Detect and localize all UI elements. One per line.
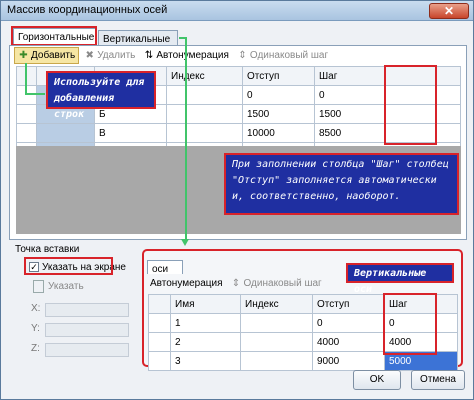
x-label: X:: [31, 303, 41, 314]
autonumber-icon: ⇅: [144, 50, 154, 61]
table-cell[interactable]: 0: [312, 313, 385, 333]
z-input[interactable]: [45, 343, 129, 357]
table-cell[interactable]: 1500: [242, 104, 315, 124]
tab-vertical-axes[interactable]: Вертикальные оси: [98, 30, 178, 56]
specify-label: Указать: [48, 281, 84, 293]
arrow-head-icon: [181, 239, 189, 246]
dialog-window: Массив координационных осей ✕ Горизонтал…: [0, 0, 474, 400]
row-indicator-header: [148, 294, 171, 314]
close-button[interactable]: ✕: [429, 3, 469, 19]
cancel-button[interactable]: Отмена: [411, 370, 465, 390]
inset-same-step-label: Одинаковый шаг: [243, 278, 322, 289]
row-indicator: [148, 313, 171, 333]
inset-toolbar: Автонумерация ⇕ Одинаковый шаг: [147, 276, 325, 291]
table-cell[interactable]: 10000: [242, 123, 315, 143]
table-cell[interactable]: 4000: [312, 332, 385, 352]
row-indicator: [148, 351, 171, 371]
arrow-line: [185, 37, 187, 242]
row-indicator: [148, 332, 171, 352]
highlight-inset-step-column: [383, 293, 437, 355]
inset-autonumber-button[interactable]: Автонумерация: [147, 276, 226, 291]
column-header[interactable]: Отступ: [242, 66, 315, 86]
window-title: Массив координационных осей: [7, 4, 168, 16]
y-input[interactable]: [45, 323, 129, 337]
arrow-line: [25, 63, 29, 95]
z-label: Z:: [31, 343, 40, 354]
callout-step-info: При заполнении столбца "Шаг" столбец "От…: [224, 153, 459, 215]
inset-autonumber-label: Автонумерация: [150, 278, 223, 289]
column-header[interactable]: Индекс: [240, 294, 313, 314]
add-row-icon: ✚: [19, 50, 28, 61]
same-step-button[interactable]: ⇕ Одинаковый шаг: [234, 48, 331, 63]
same-step-icon: ⇕: [231, 278, 241, 289]
highlight-on-screen: [24, 257, 113, 275]
same-step-icon: ⇕: [238, 50, 247, 61]
table-cell[interactable]: 3: [170, 351, 241, 371]
x-input[interactable]: [45, 303, 129, 317]
table-cell: [36, 123, 95, 143]
insert-point-label: Точка вставки: [15, 244, 80, 255]
table-cell[interactable]: В: [94, 123, 167, 143]
toolbar: ✚ Добавить ✖ Удалить ⇅ Автонумерация ⇕ О…: [14, 47, 331, 64]
title-bar: Массив координационных осей ✕: [1, 1, 473, 21]
table-cell[interactable]: [240, 313, 313, 333]
column-header[interactable]: Индекс: [166, 66, 243, 86]
column-header[interactable]: Имя: [170, 294, 241, 314]
y-label: Y:: [31, 323, 40, 334]
table-cell[interactable]: [166, 85, 243, 105]
table-cell[interactable]: 9000: [312, 351, 385, 371]
table-cell[interactable]: [240, 332, 313, 352]
table-cell[interactable]: [240, 351, 313, 371]
table-cell[interactable]: 0: [242, 85, 315, 105]
delete-label: Удалить: [97, 50, 136, 61]
callout-add-rows: Используйте для добавления строк: [46, 71, 156, 120]
delete-row-icon: ✖: [85, 50, 94, 61]
callout-vertical-axes: Вертикальные оси: [346, 263, 454, 295]
table-cell[interactable]: [166, 104, 243, 124]
delete-button[interactable]: ✖ Удалить: [81, 48, 138, 63]
column-header[interactable]: Отступ: [312, 294, 385, 314]
ok-button[interactable]: OK: [353, 370, 401, 390]
inset-same-step-button[interactable]: ⇕ Одинаковый шаг: [228, 276, 325, 291]
add-label: Добавить: [31, 50, 76, 61]
pick-point-icon: [33, 280, 44, 293]
same-step-label: Одинаковый шаг: [249, 50, 329, 61]
arrow-line: [25, 93, 45, 95]
row-indicator: [16, 104, 37, 124]
table-cell[interactable]: 1: [170, 313, 241, 333]
specify-button[interactable]: Указать: [33, 280, 84, 293]
row-indicator: [16, 123, 37, 143]
highlight-step-column: [384, 65, 437, 145]
inset-tab-axes[interactable]: оси: [147, 260, 183, 275]
add-button[interactable]: ✚ Добавить: [14, 47, 80, 64]
table-cell[interactable]: 2: [170, 332, 241, 352]
autonumber-label: Автонумерация: [156, 50, 229, 61]
highlight-tab-horizontal: [11, 26, 97, 46]
inset-tab-label: оси: [152, 264, 169, 275]
table-cell[interactable]: [166, 123, 243, 143]
